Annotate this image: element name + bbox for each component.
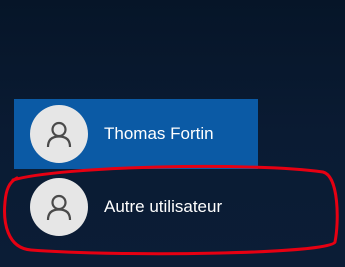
user-name-label: Autre utilisateur bbox=[104, 197, 223, 216]
user-silhouette-icon bbox=[46, 121, 72, 148]
user-tile-thomas-fortin[interactable]: Thomas Fortin bbox=[14, 99, 258, 169]
user-name-label: Thomas Fortin bbox=[104, 124, 214, 143]
user-silhouette-icon bbox=[46, 194, 72, 221]
user-avatar bbox=[30, 105, 88, 163]
user-avatar bbox=[30, 178, 88, 236]
user-tile-autre-utilisateur[interactable]: Autre utilisateur bbox=[14, 172, 258, 242]
